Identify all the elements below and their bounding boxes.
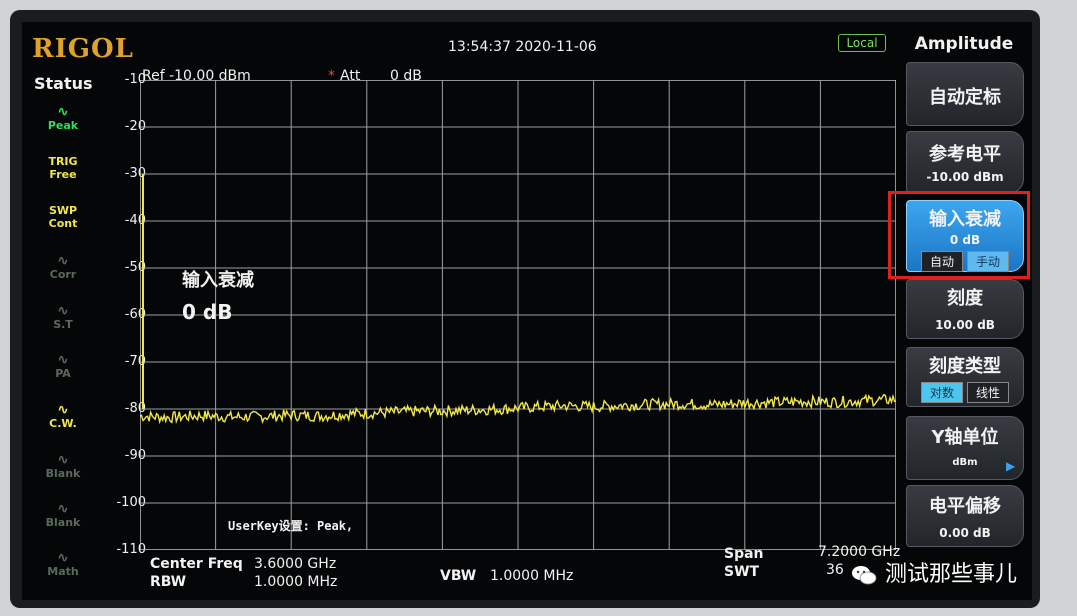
vbw-value: 1.0000 MHz	[490, 568, 574, 584]
scale-type-softkey[interactable]: 刻度类型 对数 线性	[906, 347, 1024, 407]
span-label: Span	[724, 546, 764, 562]
status-trig: TRIG Free	[40, 155, 86, 181]
ref-offset-softkey[interactable]: 电平偏移 0.00 dB	[906, 485, 1024, 547]
vbw-label: VBW	[440, 568, 477, 584]
wave-icon: ∿	[57, 402, 69, 418]
swt-label: SWT	[724, 564, 760, 580]
amp-icon: ∿	[57, 352, 69, 368]
corr-icon: ∿	[57, 253, 69, 269]
status-math: ∿ Math	[40, 550, 86, 578]
status-peak-label: Peak	[47, 119, 79, 132]
atten-overlay-value: 0 dB	[182, 300, 233, 324]
datetime-display: 13:54:37 2020-11-06	[448, 39, 597, 55]
wave-icon: ∿	[57, 303, 69, 319]
status-math-label: Math	[47, 565, 79, 578]
auto-scale-softkey[interactable]: 自动定标	[906, 62, 1024, 126]
status-peak: ∿ Peak	[40, 104, 86, 132]
scale-label: 刻度	[947, 288, 983, 309]
center-freq-value: 3.6000 GHz	[254, 556, 337, 572]
watermark-text: 测试那些事儿	[885, 562, 1018, 587]
status-corr-label: Corr	[49, 268, 77, 281]
status-cw-label: C.W.	[49, 417, 77, 430]
status-st: ∿ S.T	[40, 303, 86, 331]
wave-icon: ∿	[57, 550, 69, 566]
scale-value: 10.00 dB	[935, 318, 995, 332]
highlight-box	[888, 191, 1030, 279]
local-mode-badge: Local	[838, 34, 886, 52]
peak-icon: ∿	[57, 104, 69, 120]
status-blank1: ∿ Blank	[40, 452, 86, 480]
y-unit-label: Y轴单位	[931, 427, 999, 448]
wechat-icon	[852, 566, 877, 585]
submenu-arrow-icon: ▶	[1006, 459, 1016, 473]
status-swp: SWP Cont	[40, 204, 86, 230]
userkey-setting: UserKey设置: Peak,	[228, 519, 354, 533]
scale-softkey[interactable]: 刻度 10.00 dB	[906, 279, 1024, 339]
spectrum-plot	[140, 80, 896, 550]
ref-level-label: 参考电平	[929, 144, 1001, 165]
status-blank1-label: Blank	[45, 467, 81, 480]
scale-type-log-option[interactable]: 对数	[920, 382, 963, 403]
scale-type-label: 刻度类型	[929, 356, 1001, 377]
wave-icon: ∿	[57, 501, 69, 517]
brand-logo: RIGOL	[32, 34, 134, 64]
status-pa-label: PA	[55, 367, 71, 380]
watermark: 测试那些事儿	[850, 556, 1017, 588]
wave-icon: ∿	[57, 452, 69, 468]
atten-overlay-title: 输入衰减	[182, 270, 254, 291]
status-trig-label: TRIG Free	[48, 155, 78, 181]
ref-offset-value: 0.00 dB	[939, 526, 991, 540]
swt-value: 36	[826, 562, 844, 578]
status-corr: ∿ Corr	[40, 253, 86, 281]
status-blank2-label: Blank	[45, 516, 81, 529]
ref-offset-label: 电平偏移	[929, 496, 1001, 517]
ref-level-softkey[interactable]: 参考电平 -10.00 dBm	[906, 131, 1024, 193]
status-pa: ∿ PA	[40, 352, 86, 380]
center-freq-label: Center Freq	[150, 556, 243, 572]
status-swp-label: SWP Cont	[48, 204, 78, 230]
ref-level-value: -10.00 dBm	[926, 170, 1004, 184]
scale-type-toggle[interactable]: 对数 线性	[907, 382, 1023, 403]
status-blank2: ∿ Blank	[40, 501, 86, 529]
auto-scale-label: 自动定标	[929, 87, 1001, 108]
status-st-label: S.T	[53, 318, 73, 331]
rbw-label: RBW	[150, 574, 187, 590]
status-cw: ∿ C.W.	[40, 402, 86, 430]
rbw-value: 1.0000 MHz	[254, 574, 338, 590]
scale-type-lin-option[interactable]: 线性	[967, 382, 1010, 403]
status-panel-title: Status	[34, 74, 93, 93]
menu-title: Amplitude	[914, 34, 1014, 54]
